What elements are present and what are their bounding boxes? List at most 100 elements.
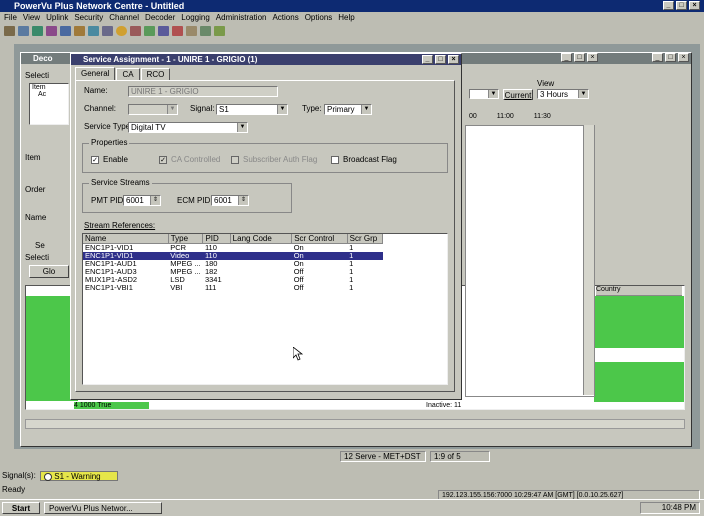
- taskbar-app-button[interactable]: PowerVu Plus Networ...: [44, 502, 162, 514]
- bg-maximize-button[interactable]: □: [574, 53, 585, 62]
- stream-row[interactable]: ENC1P1-VBI1 VBI 111 Off 1: [83, 284, 383, 292]
- bg2-minimize-button[interactable]: _: [652, 53, 663, 62]
- broadcast-flag-checkbox[interactable]: [331, 156, 339, 164]
- ready-status-bar: Ready 192.123.155.156:7000 10:29:47 AM […: [0, 484, 704, 501]
- bg-country-header: Country: [596, 286, 682, 296]
- dialog-minimize-button[interactable]: _: [422, 55, 433, 64]
- app-title: PowerVu Plus Network Centre - Untitled: [14, 1, 185, 11]
- mdi-workspace: Deco _ □ × _ □ × Selecti Item Ac Item Or…: [14, 44, 700, 449]
- service-type-value: Digital TV: [131, 123, 166, 132]
- menu-file[interactable]: File: [4, 13, 17, 23]
- menu-actions[interactable]: Actions: [272, 13, 298, 23]
- hours-select[interactable]: 3 Hours ▼: [537, 89, 589, 99]
- menu-security[interactable]: Security: [74, 13, 103, 23]
- ca-controlled-checkbox[interactable]: ✓: [159, 156, 167, 164]
- ready-text: Ready: [2, 485, 26, 494]
- pmt-pid-label: PMT PID:: [91, 196, 126, 205]
- help-icon[interactable]: [172, 26, 183, 36]
- subscriber-auth-checkbox[interactable]: [231, 156, 239, 164]
- enable-checkbox[interactable]: ✓: [91, 156, 99, 164]
- bg-item-list[interactable]: Item Ac: [29, 83, 69, 125]
- security-icon[interactable]: [60, 26, 71, 36]
- menu-view[interactable]: View: [23, 13, 40, 23]
- col-lang-code[interactable]: Lang Code: [230, 234, 293, 244]
- bg-view-label: View: [537, 79, 555, 88]
- bg-item-header: Item: [32, 84, 46, 91]
- menu-logging[interactable]: Logging: [181, 13, 209, 23]
- time-2: 11:30: [533, 113, 551, 120]
- bg-row-tail: 4 1000 True: [74, 402, 149, 409]
- type-label: Type:: [302, 104, 322, 113]
- refresh-icon[interactable]: [214, 26, 225, 36]
- start-button[interactable]: Start: [2, 502, 40, 514]
- grid-icon[interactable]: [102, 26, 113, 36]
- channel-icon[interactable]: [74, 26, 85, 36]
- stream-cell-lang: [230, 276, 292, 284]
- stream-references-list[interactable]: Name Type PID Lang Code Scr Control Scr …: [82, 233, 448, 385]
- bg-name-label: Name: [25, 213, 47, 222]
- stream-cell-grp: 1: [349, 283, 354, 292]
- minimize-button[interactable]: _: [663, 1, 674, 10]
- menu-decoder[interactable]: Decoder: [145, 13, 175, 23]
- chevron-down-icon: ▼: [277, 105, 287, 114]
- dialog-close-button[interactable]: ×: [448, 55, 459, 64]
- bg-close-button[interactable]: ×: [587, 53, 598, 62]
- pencil-icon[interactable]: [186, 26, 197, 36]
- timeline-scrollbar[interactable]: [583, 125, 594, 395]
- bg-minimize-button[interactable]: _: [561, 53, 572, 62]
- dialog-maximize-button[interactable]: □: [435, 55, 446, 64]
- signal-warning-badge[interactable]: S1 - Warning: [40, 471, 118, 481]
- wrench-icon[interactable]: [144, 26, 155, 36]
- bg-horizontal-scrollbar[interactable]: [25, 419, 685, 429]
- network-icon[interactable]: [32, 26, 43, 36]
- service-type-select[interactable]: Digital TV ▼: [128, 122, 248, 133]
- close-button[interactable]: ×: [689, 1, 700, 10]
- service-type-label: Service Type:: [84, 122, 133, 131]
- bg-combo[interactable]: ▼: [469, 89, 499, 99]
- bg2-maximize-button[interactable]: □: [665, 53, 676, 62]
- ecm-pid-field[interactable]: 6001 ⇕: [211, 195, 249, 206]
- decoder-icon[interactable]: [88, 26, 99, 36]
- stream-cell-name: ENC1P1-VBI1: [85, 283, 133, 292]
- ca-controlled-label: CA Controlled: [171, 155, 221, 164]
- uplink-icon[interactable]: [46, 26, 57, 36]
- channel-field[interactable]: ▼: [128, 104, 178, 115]
- time-1: 11:00: [496, 113, 514, 120]
- app-title-bar: PowerVu Plus Network Centre - Untitled _…: [0, 0, 704, 12]
- save-icon[interactable]: [18, 26, 29, 36]
- stream-table: Name Type PID Lang Code Scr Control Scr …: [83, 234, 384, 292]
- current-button[interactable]: Current: [503, 89, 533, 100]
- enable-label: Enable: [103, 155, 128, 164]
- menu-administration[interactable]: Administration: [216, 13, 267, 23]
- bg2-close-button[interactable]: ×: [678, 53, 689, 62]
- open-icon[interactable]: [4, 26, 15, 36]
- chevron-down-icon: ▼: [167, 105, 177, 114]
- timeline-header: 00 11:00 11:30: [465, 113, 597, 123]
- spinner-icon[interactable]: ⇕: [150, 196, 160, 205]
- menu-uplink[interactable]: Uplink: [46, 13, 68, 23]
- name-field[interactable]: UNIRE 1 - GRIGIO: [128, 86, 278, 97]
- menu-channel[interactable]: Channel: [109, 13, 139, 23]
- bg-ac-label: Ac: [38, 91, 47, 98]
- tab-general[interactable]: General: [75, 67, 116, 80]
- log-icon[interactable]: [130, 26, 141, 36]
- timeline-area[interactable]: [465, 125, 595, 397]
- stream-cell-pid: 111: [204, 283, 217, 292]
- alarm-icon[interactable]: [116, 26, 127, 36]
- menu-help[interactable]: Help: [338, 13, 354, 23]
- chevron-down-icon: ▼: [578, 90, 588, 98]
- tools-icon[interactable]: [158, 26, 169, 36]
- print-icon[interactable]: [200, 26, 211, 36]
- maximize-button[interactable]: □: [676, 1, 687, 10]
- pmt-pid-field[interactable]: 6001 ⇕: [123, 195, 161, 206]
- service-streams-label: Service Streams: [89, 178, 152, 187]
- menu-options[interactable]: Options: [305, 13, 333, 23]
- time-0: 00: [469, 113, 477, 120]
- toolbar: [0, 24, 704, 38]
- signal-select[interactable]: S1 ▼: [216, 104, 288, 115]
- spinner-icon[interactable]: ⇕: [238, 196, 248, 205]
- type-select[interactable]: Primary ▼: [324, 104, 372, 115]
- service-streams-group: Service Streams PMT PID: 6001 ⇕ ECM PID: …: [82, 178, 292, 213]
- bg-glo-button[interactable]: Glo: [29, 265, 69, 278]
- name-label: Name:: [84, 86, 108, 95]
